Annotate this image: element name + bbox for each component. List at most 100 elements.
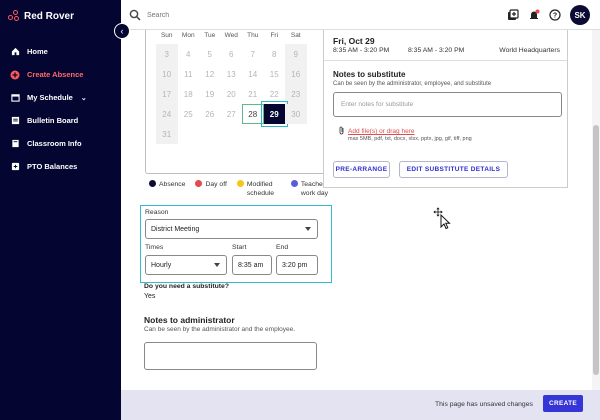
divider: [324, 60, 567, 61]
absence-detail-card: Fri, Oct 29 8:35 AM - 3:20 PM 8:35 AM - …: [323, 30, 568, 188]
balance-icon: [10, 162, 20, 172]
help-icon[interactable]: ?: [549, 9, 561, 21]
book-icon: [10, 139, 20, 149]
times-value: Hourly: [151, 261, 172, 269]
avatar[interactable]: SK: [570, 5, 590, 25]
edit-substitute-details-button[interactable]: EDIT SUBSTITUTE DETAILS: [399, 161, 508, 178]
absence-location: World Headquarters: [499, 47, 560, 54]
calendar-day[interactable]: 26: [199, 104, 221, 124]
paperclip-icon: [338, 126, 345, 137]
scrollbar-thumb[interactable]: [593, 125, 599, 375]
sidebar-item-label: PTO Balances: [27, 162, 78, 171]
calendar-day[interactable]: 9: [285, 44, 307, 64]
red-rover-logo-icon: [8, 10, 20, 22]
substitute-answer: Yes: [144, 293, 156, 300]
calendar-day[interactable]: 10: [156, 64, 178, 84]
start-time-value: 8:35 am: [238, 261, 264, 269]
calendar: Sun Mon Tue Wed Thu Fri Sat 3 4 5 6 7 8 …: [145, 30, 333, 174]
sidebar-item-label: Bulletin Board: [27, 116, 79, 125]
create-button[interactable]: CREATE: [543, 395, 583, 412]
calendar-day[interactable]: 18: [178, 84, 200, 104]
topbar-actions: ? SK: [507, 5, 590, 25]
calendar-day[interactable]: 25: [178, 104, 200, 124]
move-cursor-icon: [432, 206, 451, 230]
sidebar-item-create-absence[interactable]: Create Absence: [0, 63, 121, 86]
notes-substitute-placeholder: Enter notes for substitute: [341, 101, 414, 108]
legend-item: Absence: [149, 180, 185, 198]
collapse-sidebar-button[interactable]: ‹: [114, 23, 130, 39]
gallery-icon[interactable]: [507, 9, 519, 21]
sidebar-nav: Home Create Absence My Schedule ⌄ Bullet…: [0, 40, 121, 178]
calendar-icon: [10, 93, 20, 103]
topbar: ? SK: [121, 0, 600, 30]
scrollbar[interactable]: [592, 30, 600, 390]
sidebar-item-bulletin-board[interactable]: Bulletin Board: [0, 109, 121, 132]
pre-arrange-label: PRE-ARRANGE: [335, 166, 388, 173]
calendar-day-outlined[interactable]: 28: [242, 104, 264, 124]
notes-substitute-input[interactable]: Enter notes for substitute: [333, 92, 562, 117]
pre-arrange-button[interactable]: PRE-ARRANGE: [333, 161, 390, 178]
calendar-day[interactable]: 21: [242, 84, 264, 104]
add-file-label: Add file(s) or drag here: [348, 128, 415, 135]
calendar-day[interactable]: 23: [285, 84, 307, 104]
calendar-day[interactable]: 3: [156, 44, 178, 64]
calendar-day[interactable]: 30: [285, 104, 307, 124]
calendar-day[interactable]: 16: [285, 64, 307, 84]
main-content: Sun Mon Tue Wed Thu Fri Sat 3 4 5 6 7 8 …: [121, 30, 600, 390]
calendar-day[interactable]: 15: [264, 64, 286, 84]
brand[interactable]: Red Rover: [8, 10, 74, 22]
calendar-day[interactable]: 20: [221, 84, 243, 104]
notes-admin-title: Notes to administrator: [144, 315, 235, 325]
plus-circle-icon: [10, 70, 20, 80]
calendar-day[interactable]: 5: [199, 44, 221, 64]
times-select[interactable]: Hourly: [145, 255, 227, 275]
calendar-day[interactable]: 6: [221, 44, 243, 64]
search-input[interactable]: [147, 8, 447, 22]
sidebar-item-label: Classroom Info: [27, 139, 82, 148]
notes-admin-textarea[interactable]: [144, 342, 317, 370]
start-label: Start: [232, 244, 247, 251]
calendar-day[interactable]: 11: [178, 64, 200, 84]
weekday-label: Wed: [224, 32, 238, 39]
sidebar: Red Rover Home Create Absence My Schedul…: [0, 0, 121, 420]
calendar-weekdays: Sun Mon Tue Wed Thu Fri Sat: [156, 32, 307, 39]
substitute-question: Do you need a substitute?: [144, 283, 229, 290]
calendar-day[interactable]: 19: [199, 84, 221, 104]
calendar-day[interactable]: 8: [264, 44, 286, 64]
sidebar-item-pto-balances[interactable]: PTO Balances: [0, 155, 121, 178]
sidebar-item-label: Home: [27, 47, 48, 56]
reason-value: District Meeting: [151, 225, 200, 233]
absence-date: Fri, Oct 29: [333, 36, 375, 46]
calendar-day[interactable]: 22: [264, 84, 286, 104]
notes-admin-description: Can be seen by the administrator and the…: [144, 326, 296, 333]
calendar-day[interactable]: 4: [178, 44, 200, 64]
sidebar-item-classroom-info[interactable]: Classroom Info: [0, 132, 121, 155]
sidebar-item-my-schedule[interactable]: My Schedule ⌄: [0, 86, 121, 109]
calendar-day[interactable]: 27: [221, 104, 243, 124]
dropdown-arrow-icon: [214, 263, 220, 267]
calendar-day[interactable]: 7: [242, 44, 264, 64]
end-time-input[interactable]: 3:20 pm: [276, 255, 318, 275]
footer-bar: This page has unsaved changes CREATE: [121, 390, 600, 420]
start-time-input[interactable]: 8:35 am: [232, 255, 272, 275]
calendar-legend: Absence Day off Modified schedule Teache…: [149, 180, 331, 198]
sidebar-item-home[interactable]: Home: [0, 40, 121, 63]
calendar-day[interactable]: 13: [221, 64, 243, 84]
legend-item: Day off: [195, 180, 227, 198]
legend-item: Modified schedule: [236, 180, 281, 198]
notes-substitute-description: Can be seen by the administrator, employ…: [333, 81, 492, 87]
notification-bell-icon[interactable]: [528, 9, 540, 21]
calendar-day[interactable]: 14: [242, 64, 264, 84]
edit-details-label: EDIT SUBSTITUTE DETAILS: [406, 166, 501, 173]
chevron-down-icon[interactable]: ⌄: [81, 94, 87, 102]
search-icon: [129, 9, 141, 21]
calendar-day[interactable]: 24: [156, 104, 178, 124]
end-label: End: [276, 244, 289, 251]
sidebar-item-label: My Schedule: [27, 93, 73, 102]
reason-select[interactable]: District Meeting: [145, 219, 318, 239]
calendar-day-selected[interactable]: 29: [260, 101, 288, 127]
calendar-day[interactable]: 31: [156, 124, 178, 144]
calendar-day[interactable]: 17: [156, 84, 178, 104]
weekday-label: Tue: [204, 32, 216, 39]
calendar-day[interactable]: 12: [199, 64, 221, 84]
